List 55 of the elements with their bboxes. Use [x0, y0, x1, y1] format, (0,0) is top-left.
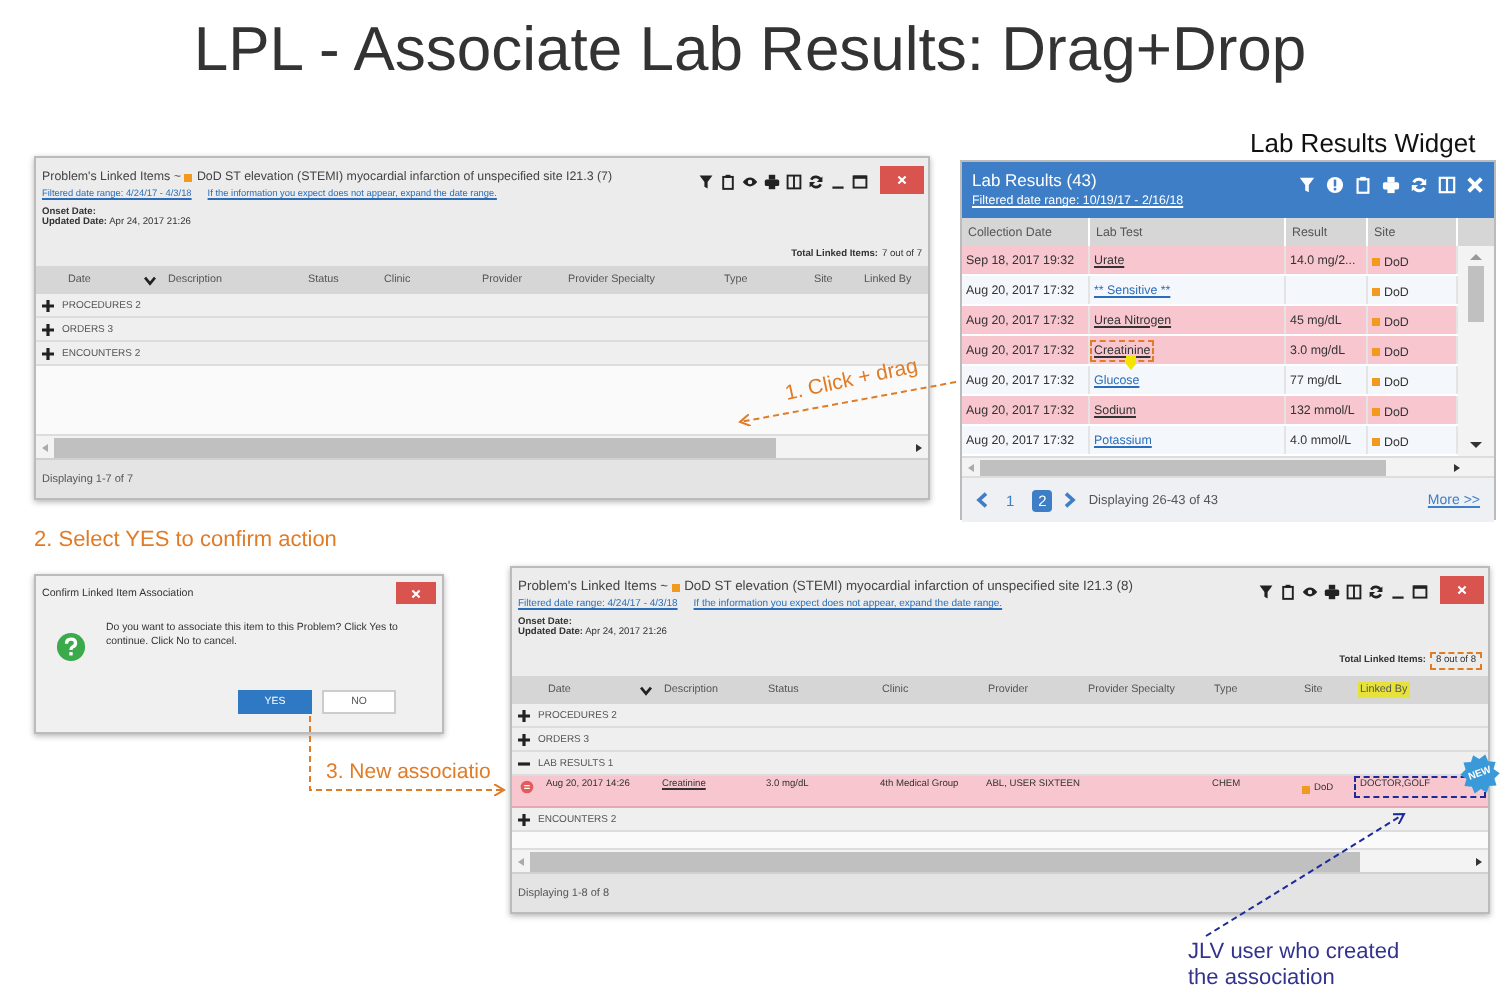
site-marker-icon [1372, 438, 1380, 446]
chevron-down-icon[interactable] [640, 685, 652, 695]
clipboard-icon[interactable] [720, 173, 736, 189]
lab-icon [520, 780, 534, 794]
status-square-icon [184, 173, 193, 181]
status-square-icon [672, 583, 681, 591]
expand-icon[interactable] [518, 733, 530, 745]
question-icon [56, 632, 86, 662]
site-marker-icon [1372, 348, 1380, 356]
close-icon[interactable] [1466, 176, 1484, 194]
widget-caption: Lab Results Widget [1250, 128, 1476, 158]
site-marker-icon [1372, 288, 1380, 296]
info-icon[interactable] [1326, 176, 1344, 194]
columns-icon[interactable] [786, 173, 802, 189]
widget-title: Lab Results (43) [972, 170, 1099, 190]
chevron-down-icon[interactable] [144, 275, 156, 285]
expand-icon[interactable] [518, 709, 530, 721]
horizontal-scrollbar[interactable] [36, 434, 928, 458]
expand-icon[interactable] [42, 323, 54, 335]
slide-title: LPL - Associate Lab Results: Drag+Drop [193, 14, 1307, 86]
close-button[interactable] [396, 582, 436, 604]
close-icon[interactable] [896, 174, 908, 186]
expand-icon[interactable] [42, 347, 54, 359]
close-icon[interactable] [410, 587, 422, 599]
step-label: 1. Click + drag [783, 354, 920, 406]
step-label: 2. Select YES to confirm action [34, 528, 337, 552]
chevron-left-icon[interactable] [976, 492, 988, 508]
horizontal-scrollbar[interactable] [512, 848, 1488, 872]
vertical-scrollbar[interactable] [1458, 246, 1494, 456]
filter-icon[interactable] [698, 173, 714, 189]
site-marker-icon [1372, 378, 1380, 386]
site-marker-icon [1302, 785, 1310, 793]
close-button[interactable] [1440, 576, 1484, 604]
close-icon[interactable] [1456, 584, 1468, 596]
site-marker-icon [1372, 318, 1380, 326]
horizontal-scrollbar[interactable] [962, 456, 1494, 476]
site-marker-icon [1372, 408, 1380, 416]
expand-icon[interactable] [518, 813, 530, 825]
site-marker-icon [1372, 258, 1380, 266]
close-button[interactable] [880, 166, 924, 194]
filter-icon[interactable] [1258, 583, 1274, 599]
refresh-icon[interactable] [808, 173, 824, 189]
expand-icon[interactable] [42, 299, 54, 311]
collapse-icon[interactable] [518, 757, 530, 769]
cursor-icon [1126, 356, 1136, 370]
clipboard-icon[interactable] [1280, 583, 1296, 599]
eye-icon[interactable] [742, 173, 758, 189]
chevron-right-icon[interactable] [1064, 492, 1077, 508]
maximize-icon[interactable] [1412, 583, 1428, 599]
eye-icon[interactable] [1302, 583, 1318, 599]
refresh-icon[interactable] [1368, 583, 1384, 599]
step-label: 3. New associatio [326, 760, 491, 784]
maximize-icon[interactable] [852, 173, 868, 189]
annotation-note: JLV user who created the association [1188, 940, 1402, 993]
columns-icon[interactable] [1346, 583, 1362, 599]
